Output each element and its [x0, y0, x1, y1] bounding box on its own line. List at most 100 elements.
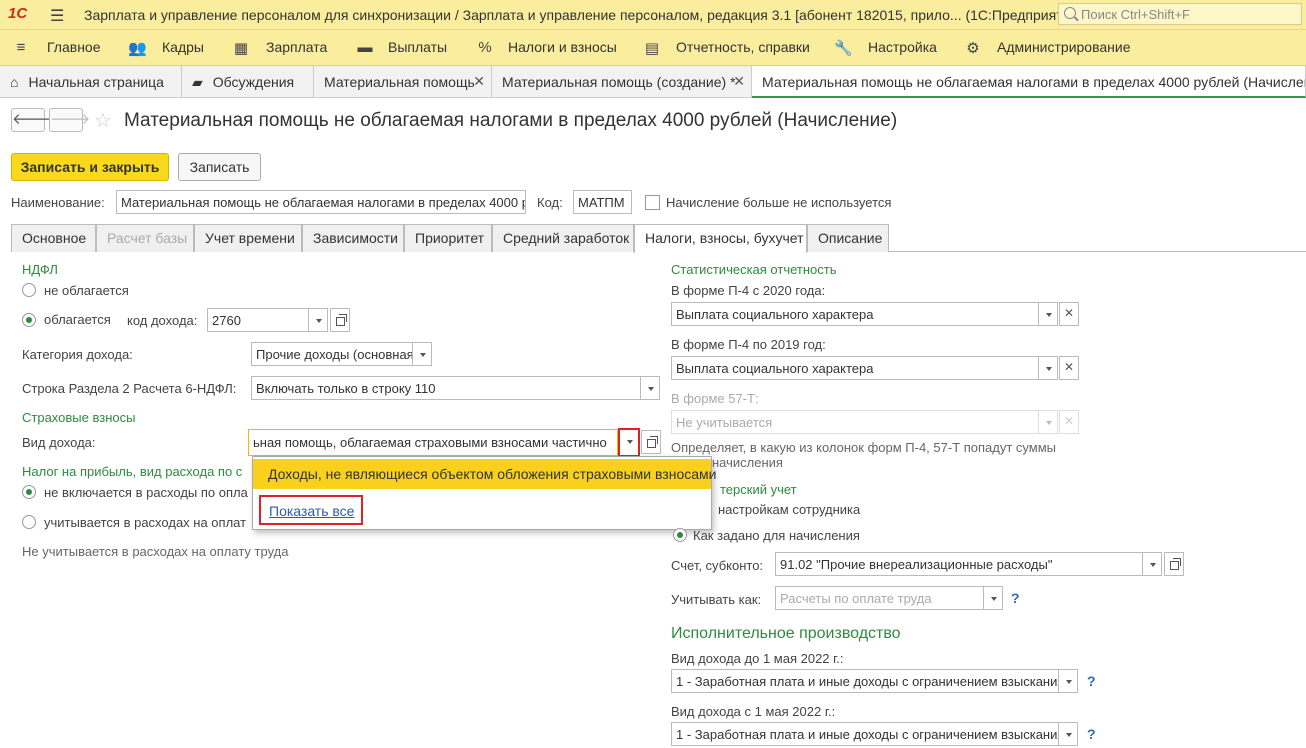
- tab-base[interactable]: Расчет базы: [96, 224, 194, 252]
- p4-2019-field[interactable]: Выплата социального характера: [671, 356, 1039, 380]
- row6-dropdown[interactable]: [640, 376, 660, 400]
- back-button[interactable]: 🡐: [11, 108, 52, 132]
- tab-current-accrual[interactable]: Материальная помощь не облагаемая налога…: [752, 66, 1306, 98]
- close-icon[interactable]: ✕: [733, 73, 745, 90]
- account-open-button[interactable]: [1164, 552, 1184, 576]
- income-type-field[interactable]: ьная помощь, облагаемая страховыми взнос…: [248, 429, 618, 456]
- consider-label: Учитывать как:: [671, 592, 762, 607]
- f57-dropdown[interactable]: [1038, 410, 1058, 434]
- help-icon[interactable]: ?: [1087, 726, 1096, 742]
- tab-material-aid-create[interactable]: Материальная помощь (создание) * ✕: [492, 66, 752, 98]
- tab-material-aid[interactable]: Материальная помощь ✕: [314, 66, 492, 98]
- help-icon[interactable]: ?: [1087, 673, 1096, 689]
- menu-item-settings[interactable]: Настройка: [868, 39, 937, 55]
- window-title: Зарплата и управление персоналом для син…: [84, 7, 1083, 23]
- p4-2020-clear-button[interactable]: ✕: [1059, 302, 1079, 326]
- app-logo: 1С: [8, 5, 28, 22]
- row6-field[interactable]: Включать только в строку 110: [251, 376, 641, 400]
- tab-time[interactable]: Учет времени: [194, 224, 302, 252]
- income-type-dropdown[interactable]: [618, 428, 640, 457]
- consider-field[interactable]: Расчеты по оплате труда: [775, 586, 984, 610]
- stat-hint-line2: начисления: [712, 455, 783, 470]
- accounting-title: терский учет: [720, 482, 797, 497]
- menu-item-payments[interactable]: Выплаты: [388, 39, 447, 55]
- star-icon[interactable]: ☆: [94, 108, 112, 133]
- income-category-dropdown[interactable]: [412, 342, 432, 366]
- income-type-open-button[interactable]: [641, 430, 661, 454]
- show-all-link[interactable]: Показать все: [259, 495, 363, 525]
- stat-hint-line1: Определяет, в какую из колонок форм П-4,…: [671, 440, 1057, 455]
- ndfl-title: НДФЛ: [22, 262, 58, 277]
- forward-button[interactable]: 🡒: [49, 108, 90, 132]
- taxed-label: облагается: [44, 312, 111, 327]
- insurance-title: Страховые взносы: [22, 410, 136, 425]
- save-button[interactable]: Записать: [178, 153, 261, 181]
- account-label: Счет, субконто:: [671, 558, 764, 573]
- tab-avg-earnings[interactable]: Средний заработок: [492, 224, 634, 252]
- income-code-dropdown[interactable]: [308, 308, 328, 332]
- wrench-icon: 🔧: [834, 40, 853, 57]
- menu-item-reports[interactable]: Отчетность, справки: [676, 39, 810, 55]
- before-field[interactable]: 1 - Заработная плата и иные доходы с огр…: [671, 669, 1059, 693]
- account-dropdown[interactable]: [1142, 552, 1162, 576]
- gear-icon: ⚙: [966, 40, 980, 57]
- name-field[interactable]: Материальная помощь не облагаемая налога…: [116, 190, 526, 214]
- close-icon[interactable]: ✕: [473, 73, 485, 90]
- unused-checkbox[interactable]: [645, 195, 660, 210]
- tab-home[interactable]: ⌂ Начальная страница: [0, 66, 182, 98]
- income-code-label: код дохода:: [127, 313, 198, 328]
- income-code-field[interactable]: 2760: [207, 308, 309, 332]
- name-label: Наименование:: [11, 195, 105, 210]
- save-close-button[interactable]: Записать и закрыть: [11, 153, 169, 181]
- income-type-label: Вид дохода:: [22, 435, 96, 450]
- search-input[interactable]: Поиск Ctrl+Shift+F: [1058, 3, 1302, 25]
- f57-clear-button[interactable]: ✕: [1059, 410, 1079, 434]
- not-included-radio[interactable]: [22, 485, 36, 499]
- not-taxed-label: не облагается: [44, 283, 129, 298]
- arrow-left-icon: 🡐: [12, 111, 53, 128]
- tab-description[interactable]: Описание: [807, 224, 889, 252]
- reports-icon: ▤: [644, 40, 660, 57]
- tab-taxes[interactable]: Налоги, взносы, бухучет: [634, 224, 807, 253]
- income-category-label: Категория дохода:: [22, 347, 133, 362]
- p4-2019-label: В форме П-4 по 2019 год:: [671, 337, 826, 352]
- income-category-field[interactable]: Прочие доходы (основная: [251, 342, 413, 366]
- as-set-label: Как задано для начисления: [693, 528, 860, 543]
- p4-2020-dropdown[interactable]: [1038, 302, 1058, 326]
- before-dropdown[interactable]: [1058, 669, 1078, 693]
- menu-item-staff[interactable]: Кадры: [162, 39, 204, 55]
- p4-2020-field[interactable]: Выплата социального характера: [671, 302, 1039, 326]
- unused-label: Начисление больше не используется: [666, 195, 892, 210]
- menu-item-taxes[interactable]: Налоги и взносы: [508, 39, 617, 55]
- included-radio[interactable]: [22, 515, 36, 529]
- p4-2019-dropdown[interactable]: [1038, 356, 1058, 380]
- popup-option[interactable]: Доходы, не являющиеся объектом обложения…: [253, 459, 716, 489]
- income-code-open-button[interactable]: [330, 308, 350, 332]
- main-menu-icon[interactable]: ☰: [50, 6, 64, 26]
- chat-icon: ▰: [192, 74, 203, 90]
- tab-discussions[interactable]: ▰ Обсуждения: [182, 66, 314, 98]
- as-set-radio[interactable]: [673, 528, 687, 542]
- menu-item-main[interactable]: Главное: [47, 39, 101, 55]
- menu-item-salary[interactable]: Зарплата: [266, 39, 327, 55]
- tab-main[interactable]: Основное: [11, 224, 96, 252]
- help-icon[interactable]: ?: [1011, 590, 1020, 606]
- code-field[interactable]: МАТПМ: [573, 190, 632, 214]
- before-label: Вид дохода до 1 мая 2022 г.:: [671, 651, 844, 666]
- profit-tax-title: Налог на прибыль, вид расхода по с: [22, 464, 243, 479]
- menu-item-admin[interactable]: Администрирование: [997, 39, 1131, 55]
- not-taxed-radio[interactable]: [22, 283, 36, 297]
- p4-2019-clear-button[interactable]: ✕: [1059, 356, 1079, 380]
- home-icon: ⌂: [10, 74, 19, 90]
- window-tabs: ⌂ Начальная страница ▰ Обсуждения Материал…: [0, 66, 1306, 98]
- tab-priority[interactable]: Приоритет: [404, 224, 492, 252]
- tab-dependencies[interactable]: Зависимости: [302, 224, 404, 252]
- consider-dropdown[interactable]: [983, 586, 1003, 610]
- stat-title: Статистическая отчетность: [671, 262, 837, 277]
- account-field[interactable]: 91.02 "Прочие внереализационные расходы": [775, 552, 1143, 576]
- taxed-radio[interactable]: [22, 313, 36, 327]
- after-dropdown[interactable]: [1058, 722, 1078, 746]
- after-field[interactable]: 1 - Заработная плата и иные доходы с огр…: [671, 722, 1059, 746]
- f57-field[interactable]: Не учитывается: [671, 410, 1039, 434]
- p4-2020-label: В форме П-4 с 2020 года:: [671, 283, 826, 298]
